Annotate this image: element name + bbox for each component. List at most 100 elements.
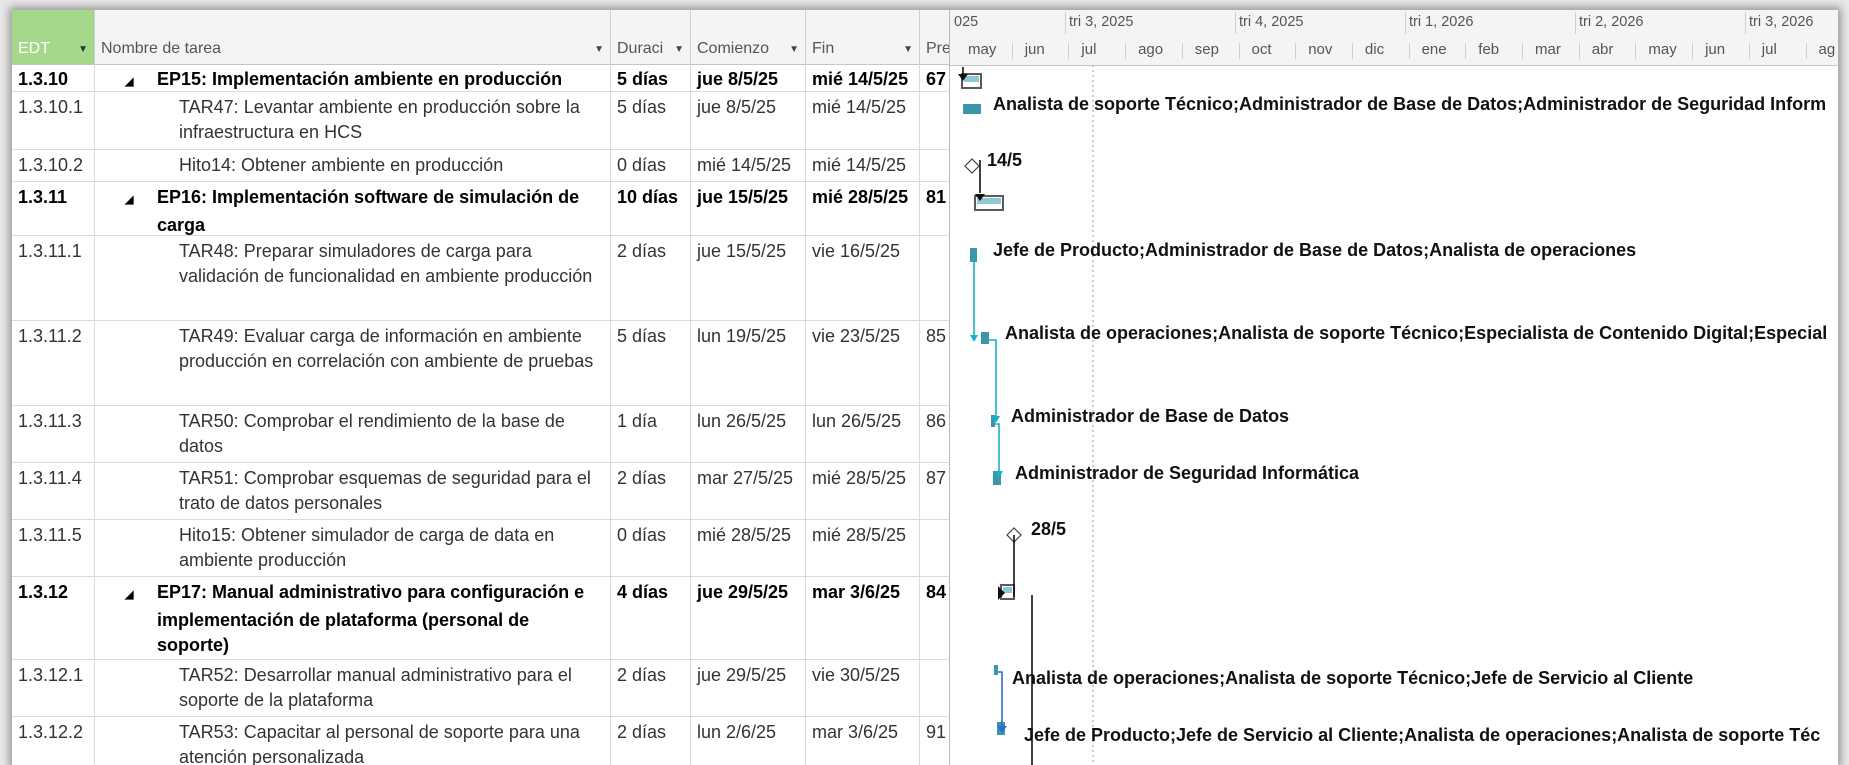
cell-text: 1.3.11.3 — [18, 411, 82, 431]
column-header-predecessors[interactable]: Pred — [920, 10, 949, 64]
cell-finish[interactable]: lun 26/5/25 — [806, 406, 920, 462]
cell-name[interactable]: TAR50: Comprobar el rendimiento de la ba… — [95, 406, 611, 462]
cell-name[interactable]: TAR49: Evaluar carga de información en a… — [95, 321, 611, 405]
cell-name[interactable]: TAR47: Levantar ambiente en producción s… — [95, 92, 611, 149]
cell-start[interactable]: jue 8/5/25 — [691, 92, 806, 149]
cell-duration[interactable]: 2 días — [611, 463, 691, 519]
cell-edt[interactable]: 1.3.11.5 — [12, 520, 95, 576]
cell-edt[interactable]: 1.3.10 — [12, 64, 95, 91]
summary-task-row[interactable]: 1.3.11 ◢ EP16: Implementación software de … — [12, 182, 949, 236]
cell-pred[interactable] — [920, 150, 949, 181]
column-header-finish[interactable]: Fin ▼ — [806, 10, 920, 64]
cell-duration[interactable]: 1 día — [611, 406, 691, 462]
cell-edt[interactable]: 1.3.11 — [12, 182, 95, 235]
cell-start[interactable]: jue 29/5/25 — [691, 660, 806, 716]
cell-duration[interactable]: 2 días — [611, 236, 691, 320]
task-row[interactable]: 1.3.10.2 Hito14: Obtener ambiente en prod… — [12, 150, 949, 182]
cell-duration[interactable]: 0 días — [611, 150, 691, 181]
cell-start[interactable]: lun 2/6/25 — [691, 717, 806, 765]
cell-edt[interactable]: 1.3.10.2 — [12, 150, 95, 181]
cell-pred[interactable]: 86 — [920, 406, 949, 462]
cell-pred[interactable]: 84 — [920, 577, 949, 659]
cell-pred[interactable]: 67 — [920, 64, 949, 91]
cell-duration[interactable]: 10 días — [611, 182, 691, 235]
task-row[interactable]: 1.3.11.2 TAR49: Evaluar carga de informac… — [12, 321, 949, 406]
cell-start[interactable]: mié 28/5/25 — [691, 520, 806, 576]
chevron-down-icon[interactable]: ▼ — [789, 44, 799, 55]
cell-edt[interactable]: 1.3.10.1 — [12, 92, 95, 149]
cell-finish[interactable]: vie 30/5/25 — [806, 660, 920, 716]
cell-start[interactable]: lun 19/5/25 — [691, 321, 806, 405]
task-row[interactable]: 1.3.11.4 TAR51: Comprobar esquemas de seg… — [12, 463, 949, 520]
task-row[interactable]: 1.3.12.1 TAR52: Desarrollar manual admini… — [12, 660, 949, 717]
cell-name[interactable]: TAR53: Capacitar al personal de soporte … — [95, 717, 611, 765]
task-row[interactable]: 1.3.11.1 TAR48: Preparar simuladores de c… — [12, 236, 949, 321]
cell-duration[interactable]: 4 días — [611, 577, 691, 659]
cell-text: Hito14: Obtener ambiente en producción — [179, 155, 504, 175]
cell-start[interactable]: mar 27/5/25 — [691, 463, 806, 519]
cell-finish[interactable]: mié 14/5/25 — [806, 64, 920, 91]
cell-name[interactable]: TAR48: Preparar simuladores de carga par… — [95, 236, 611, 320]
cell-finish[interactable]: vie 23/5/25 — [806, 321, 920, 405]
cell-start[interactable]: jue 15/5/25 — [691, 236, 806, 320]
column-header-label: Comienzo — [697, 40, 770, 57]
cell-pred[interactable] — [920, 660, 949, 716]
cell-start[interactable]: jue 15/5/25 — [691, 182, 806, 235]
cell-edt[interactable]: 1.3.11.3 — [12, 406, 95, 462]
cell-finish[interactable]: mar 3/6/25 — [806, 717, 920, 765]
cell-pred[interactable] — [920, 92, 949, 149]
cell-edt[interactable]: 1.3.11.4 — [12, 463, 95, 519]
cell-duration[interactable]: 5 días — [611, 92, 691, 149]
cell-finish[interactable]: vie 16/5/25 — [806, 236, 920, 320]
cell-name[interactable]: Hito14: Obtener ambiente en producción — [95, 150, 611, 181]
column-header-name[interactable]: Nombre de tarea ▼ — [95, 10, 611, 64]
collapse-triangle-icon[interactable]: ◢ — [125, 583, 157, 608]
collapse-triangle-icon[interactable]: ◢ — [125, 188, 157, 213]
cell-pred[interactable] — [920, 520, 949, 576]
cell-duration[interactable]: 0 días — [611, 520, 691, 576]
task-row[interactable]: 1.3.11.3 TAR50: Comprobar el rendimiento … — [12, 406, 949, 463]
cell-finish[interactable]: mié 14/5/25 — [806, 150, 920, 181]
cell-name[interactable]: TAR52: Desarrollar manual administrativo… — [95, 660, 611, 716]
cell-finish[interactable]: mié 28/5/25 — [806, 182, 920, 235]
cell-duration[interactable]: 5 días — [611, 321, 691, 405]
cell-finish[interactable]: mar 3/6/25 — [806, 577, 920, 659]
cell-finish[interactable]: mié 28/5/25 — [806, 520, 920, 576]
chevron-down-icon[interactable]: ▼ — [594, 44, 604, 55]
cell-edt[interactable]: 1.3.12.2 — [12, 717, 95, 765]
column-header-duration[interactable]: Duraci ▼ — [611, 10, 691, 64]
summary-task-row[interactable]: 1.3.10 ◢ EP15: Implementación ambiente en … — [12, 64, 949, 92]
task-row[interactable]: 1.3.11.5 Hito15: Obtener simulador de car… — [12, 520, 949, 577]
cell-pred[interactable] — [920, 236, 949, 320]
cell-pred[interactable]: 85 — [920, 321, 949, 405]
cell-pred[interactable]: 87 — [920, 463, 949, 519]
column-header-start[interactable]: Comienzo ▼ — [691, 10, 806, 64]
cell-pred[interactable]: 91 — [920, 717, 949, 765]
task-row[interactable]: 1.3.10.1 TAR47: Levantar ambiente en prod… — [12, 92, 949, 150]
cell-finish[interactable]: mié 14/5/25 — [806, 92, 920, 149]
chevron-down-icon[interactable]: ▼ — [903, 44, 913, 55]
cell-start[interactable]: lun 26/5/25 — [691, 406, 806, 462]
cell-edt[interactable]: 1.3.12 — [12, 577, 95, 659]
cell-duration[interactable]: 5 días — [611, 64, 691, 91]
task-row[interactable]: 1.3.12.2 TAR53: Capacitar al personal de … — [12, 717, 949, 765]
cell-name[interactable]: ◢ EP17: Manual administrativo para config… — [95, 577, 611, 659]
chevron-down-icon[interactable]: ▼ — [674, 44, 684, 55]
cell-finish[interactable]: mié 28/5/25 — [806, 463, 920, 519]
cell-start[interactable]: jue 29/5/25 — [691, 577, 806, 659]
cell-duration[interactable]: 2 días — [611, 717, 691, 765]
cell-name[interactable]: Hito15: Obtener simulador de carga de da… — [95, 520, 611, 576]
cell-pred[interactable]: 81 — [920, 182, 949, 235]
cell-name[interactable]: ◢ EP15: Implementación ambiente en produc… — [95, 64, 611, 91]
cell-start[interactable]: mié 14/5/25 — [691, 150, 806, 181]
summary-task-row[interactable]: 1.3.12 ◢ EP17: Manual administrativo para … — [12, 577, 949, 660]
cell-edt[interactable]: 1.3.11.1 — [12, 236, 95, 320]
chevron-down-icon[interactable]: ▼ — [78, 44, 88, 55]
cell-edt[interactable]: 1.3.12.1 — [12, 660, 95, 716]
cell-name[interactable]: TAR51: Comprobar esquemas de seguridad p… — [95, 463, 611, 519]
cell-duration[interactable]: 2 días — [611, 660, 691, 716]
column-header-edt[interactable]: EDT ▼ — [12, 10, 95, 64]
cell-start[interactable]: jue 8/5/25 — [691, 64, 806, 91]
cell-edt[interactable]: 1.3.11.2 — [12, 321, 95, 405]
cell-name[interactable]: ◢ EP16: Implementación software de simula… — [95, 182, 611, 235]
